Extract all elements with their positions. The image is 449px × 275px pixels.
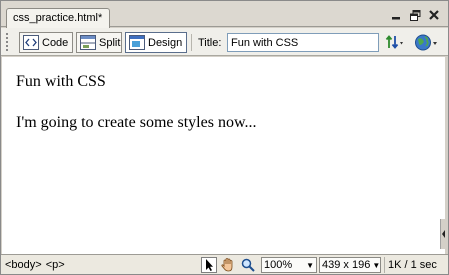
paragraph-heading[interactable]: Fun with CSS — [16, 73, 106, 91]
design-view-canvas[interactable]: Fun with CSS I'm going to create some st… — [2, 57, 445, 254]
split-view-button[interactable]: Split — [76, 32, 122, 53]
tab-strip: css_practice.html* — [1, 1, 448, 28]
title-input[interactable] — [227, 33, 379, 52]
panel-expander-handle[interactable] — [440, 219, 445, 249]
zoom-value: 100% — [264, 259, 293, 271]
code-view-label: Code — [42, 36, 69, 49]
document-window: css_practice.html* Code Split Design Tit… — [0, 0, 449, 275]
design-view-button[interactable]: Design — [125, 32, 187, 53]
document-tab-label: css_practice.html* — [13, 12, 103, 24]
minimize-icon[interactable] — [390, 9, 402, 21]
pointer-icon[interactable] — [201, 257, 217, 273]
restore-icon[interactable] — [409, 9, 421, 21]
paragraph-body[interactable]: I'm going to create some styles now... — [16, 114, 256, 132]
globe-preview-icon[interactable] — [413, 33, 439, 52]
chevron-down-icon: ▼ — [372, 260, 381, 270]
tag-p[interactable]: <p> — [46, 259, 65, 271]
window-size-dropdown[interactable]: 439 x 196 ▼ — [319, 257, 381, 273]
zoom-dropdown[interactable]: 100% ▼ — [261, 257, 317, 273]
document-tab[interactable]: css_practice.html* — [6, 8, 110, 28]
window-size-value: 439 x 196 — [322, 259, 371, 271]
split-view-icon — [80, 35, 96, 50]
title-label: Title: — [198, 37, 222, 49]
tag-body[interactable]: <body> — [5, 259, 42, 271]
design-view-label: Design — [148, 36, 183, 49]
code-view-icon — [23, 35, 39, 50]
code-view-button[interactable]: Code — [19, 32, 73, 53]
file-size-download-time: 1K / 1 sec — [384, 257, 437, 273]
window-controls — [390, 8, 440, 22]
design-view-icon — [129, 35, 145, 50]
toolbar-separator — [191, 34, 192, 51]
zoom-icon[interactable] — [240, 257, 256, 273]
tag-selector: <body> <p> — [5, 259, 65, 271]
split-view-label: Split — [99, 36, 121, 49]
chevron-down-icon: ▼ — [306, 260, 314, 270]
document-toolbar: Code Split Design Title: Fun with CSS — [1, 28, 448, 56]
close-icon[interactable] — [428, 9, 440, 21]
refresh-icon[interactable] — [385, 34, 407, 51]
toolbar-grip[interactable] — [5, 32, 9, 52]
status-bar: <body> <p> 100% ▼ 439 x 196 ▼ 1K / 1 sec — [1, 254, 448, 274]
hand-icon[interactable] — [220, 257, 236, 273]
